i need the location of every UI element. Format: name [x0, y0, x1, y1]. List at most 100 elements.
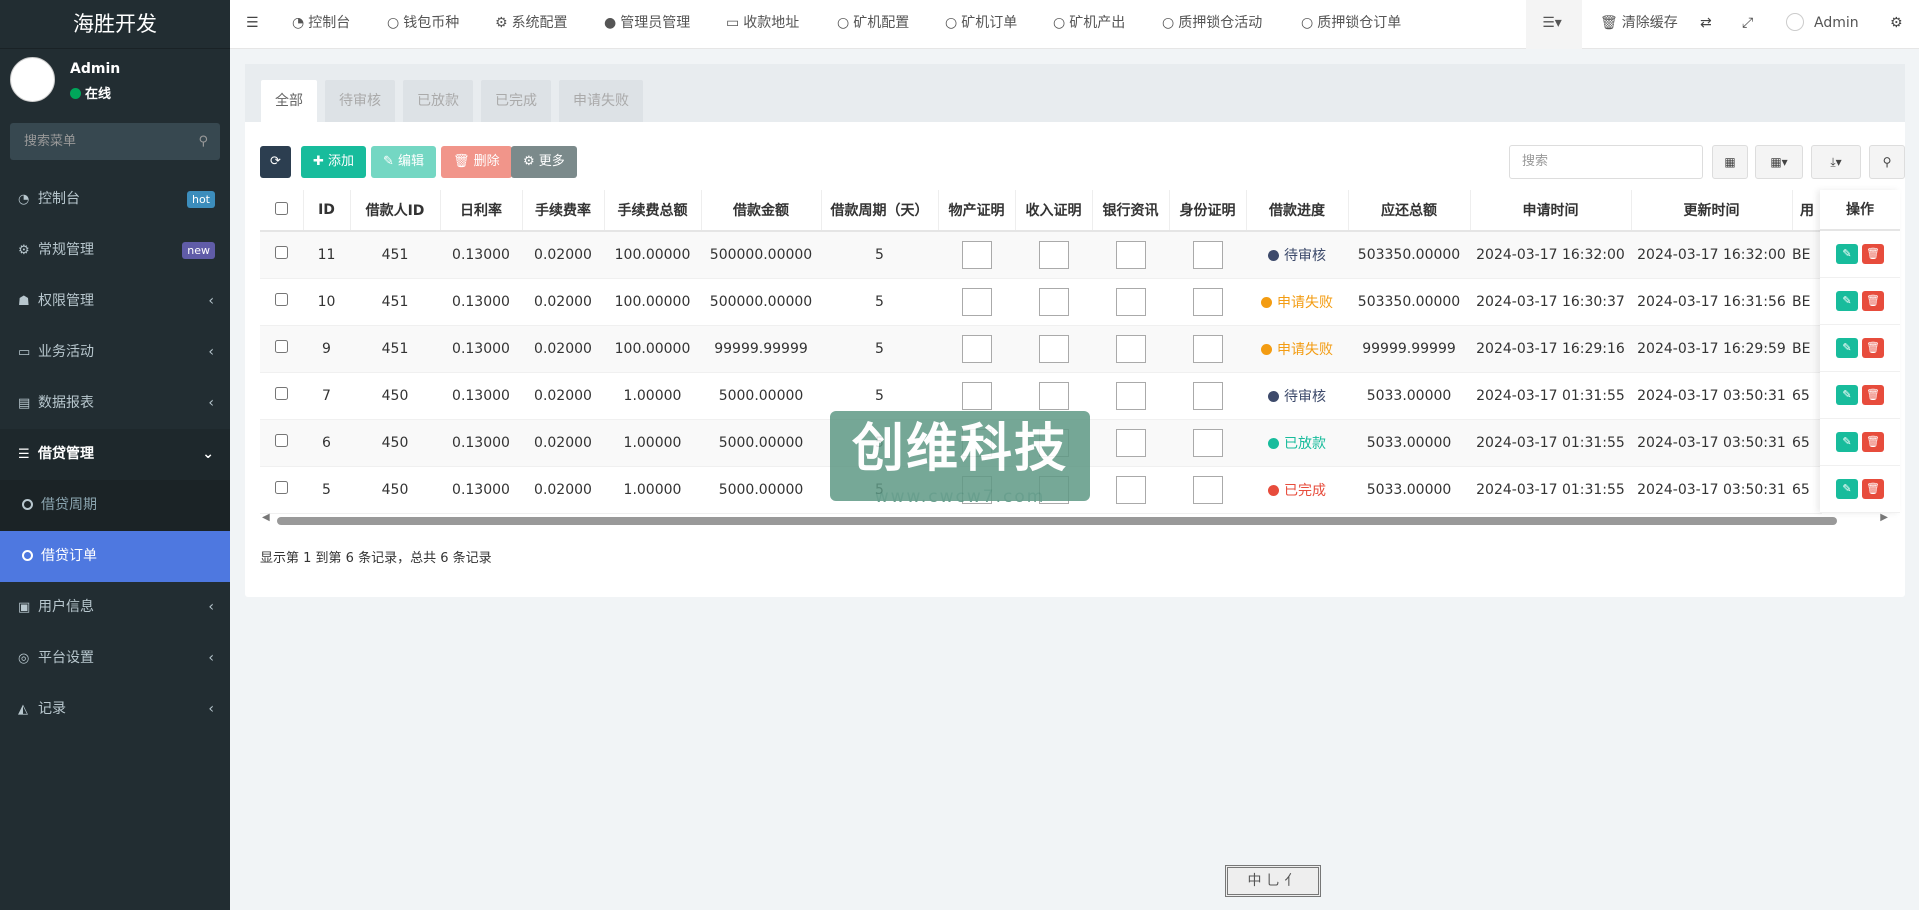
- columns-button[interactable]: ▦▾: [1755, 145, 1803, 179]
- broken-image-icon[interactable]: [1115, 287, 1146, 316]
- search-icon[interactable]: ⚲: [198, 123, 208, 160]
- tab-all[interactable]: 全部: [261, 80, 317, 122]
- toggle-view-button[interactable]: ▦: [1712, 145, 1748, 179]
- translate-icon[interactable]: ⇄: [1700, 0, 1712, 49]
- row-checkbox[interactable]: [275, 481, 288, 494]
- broken-image-icon[interactable]: [1192, 381, 1223, 410]
- row-edit-button[interactable]: ✎: [1836, 338, 1858, 358]
- sidebar-item-business[interactable]: ▭ 业务活动 ‹: [0, 327, 230, 378]
- broken-image-icon[interactable]: [1038, 334, 1069, 363]
- col-header[interactable]: 物产证明: [938, 190, 1016, 232]
- add-button[interactable]: ✚ 添加: [301, 146, 367, 178]
- sidebar-item-loans[interactable]: ☰ 借贷管理 ⌄: [0, 429, 230, 480]
- broken-image-icon[interactable]: [1192, 240, 1223, 269]
- col-header[interactable]: 申请时间: [1470, 190, 1632, 232]
- topnav-miner-orders[interactable]: ○ 矿机订单: [945, 0, 1021, 49]
- scroll-right-icon[interactable]: ▶: [1880, 512, 1888, 523]
- scroll-left-icon[interactable]: ◀: [262, 512, 270, 523]
- row-delete-button[interactable]: 🗑: [1862, 291, 1884, 311]
- row-delete-button[interactable]: 🗑: [1862, 385, 1884, 405]
- col-header[interactable]: 用: [1792, 190, 1823, 232]
- sidebar-search-input[interactable]: 搜索菜单 ⚲: [10, 123, 220, 160]
- broken-image-icon[interactable]: [961, 381, 992, 410]
- sidebar-subitem-loan-orders[interactable]: 借贷订单: [0, 531, 230, 582]
- sidebar-item-reports[interactable]: ▤ 数据报表 ‹: [0, 378, 230, 429]
- row-checkbox[interactable]: [275, 434, 288, 447]
- col-header[interactable]: 手续费总额: [604, 190, 702, 232]
- table-row[interactable]: 10 451 0.13000 0.02000 100.00000 500000.00000…: [260, 278, 1822, 326]
- sidebar-item-general[interactable]: ⚙ 常规管理 new: [0, 225, 230, 276]
- tab-completed[interactable]: 已完成: [481, 80, 551, 122]
- delete-button[interactable]: 🗑 删除: [441, 146, 512, 178]
- broken-image-icon[interactable]: [1192, 287, 1223, 316]
- row-checkbox[interactable]: [275, 293, 288, 306]
- admin-menu[interactable]: Admin: [1786, 0, 1863, 49]
- broken-image-icon[interactable]: [1115, 381, 1146, 410]
- topnav-admin-management[interactable]: ● 管理员管理: [604, 0, 694, 49]
- col-header[interactable]: 日利率: [440, 190, 523, 232]
- row-edit-button[interactable]: ✎: [1836, 479, 1858, 499]
- refresh-button[interactable]: ⟳: [260, 146, 291, 178]
- select-all-checkbox[interactable]: [274, 201, 288, 215]
- export-button[interactable]: ⤓▾: [1811, 145, 1861, 179]
- sidebar-subitem-loan-period[interactable]: 借贷周期: [0, 480, 230, 531]
- broken-image-icon[interactable]: [1192, 475, 1223, 504]
- nav-dropdown-button[interactable]: ☰▾: [1526, 0, 1582, 49]
- sidebar-item-permissions[interactable]: ☗ 权限管理 ‹: [0, 276, 230, 327]
- topnav-staking-activity[interactable]: ○ 质押锁仓活动: [1162, 0, 1266, 49]
- topnav-wallet-coins[interactable]: ○ 钱包币种: [387, 0, 463, 49]
- fullscreen-icon[interactable]: ⤢: [1742, 0, 1753, 49]
- broken-image-icon[interactable]: [961, 240, 992, 269]
- col-header[interactable]: 借款周期（天）: [821, 190, 939, 232]
- col-header[interactable]: 更新时间: [1631, 190, 1793, 232]
- row-checkbox[interactable]: [275, 387, 288, 400]
- topnav-system-config[interactable]: ⚙ 系统配置: [495, 0, 572, 49]
- row-delete-button[interactable]: 🗑: [1862, 338, 1884, 358]
- sidebar-item-platform[interactable]: ◎ 平台设置 ‹: [0, 633, 230, 684]
- tab-failed[interactable]: 申请失败: [559, 80, 643, 122]
- row-edit-button[interactable]: ✎: [1836, 244, 1858, 264]
- row-delete-button[interactable]: 🗑: [1862, 479, 1884, 499]
- settings-gear-icon[interactable]: ⚙: [1890, 0, 1903, 49]
- broken-image-icon[interactable]: [1115, 475, 1146, 504]
- broken-image-icon[interactable]: [1115, 334, 1146, 363]
- row-delete-button[interactable]: 🗑: [1862, 244, 1884, 264]
- advanced-search-button[interactable]: ⚲: [1869, 145, 1905, 179]
- menu-toggle-icon[interactable]: ☰: [246, 0, 259, 49]
- horizontal-scrollbar[interactable]: ◀ ▶: [260, 512, 1890, 526]
- row-checkbox[interactable]: [275, 246, 288, 260]
- col-header[interactable]: 应还总额: [1348, 190, 1471, 232]
- col-header[interactable]: 银行资讯: [1092, 190, 1170, 232]
- app-logo[interactable]: 海胜开发: [0, 0, 230, 49]
- topnav-payment-address[interactable]: ▭ 收款地址: [726, 0, 803, 49]
- col-header[interactable]: 身份证明: [1169, 190, 1247, 232]
- broken-image-icon[interactable]: [1115, 240, 1146, 269]
- edit-button[interactable]: ✎ 编辑: [371, 146, 437, 178]
- broken-image-icon[interactable]: [1038, 287, 1069, 316]
- col-header[interactable]: 借款进度: [1246, 190, 1349, 232]
- tab-disbursed[interactable]: 已放款: [403, 80, 473, 122]
- col-header[interactable]: 手续费率: [522, 190, 605, 232]
- row-edit-button[interactable]: ✎: [1836, 385, 1858, 405]
- topnav-miner-config[interactable]: ○ 矿机配置: [837, 0, 913, 49]
- table-search-input[interactable]: 搜索: [1509, 145, 1703, 179]
- tab-pending[interactable]: 待审核: [325, 80, 395, 122]
- row-edit-button[interactable]: ✎: [1836, 432, 1858, 452]
- broken-image-icon[interactable]: [961, 287, 992, 316]
- broken-image-icon[interactable]: [1192, 428, 1223, 457]
- col-header[interactable]: 借款金额: [701, 190, 822, 232]
- broken-image-icon[interactable]: [1038, 381, 1069, 410]
- sidebar-item-users[interactable]: ▣ 用户信息 ‹: [0, 582, 230, 633]
- broken-image-icon[interactable]: [1038, 240, 1069, 269]
- sidebar-item-records[interactable]: ◭ 记录 ‹: [0, 684, 230, 735]
- table-row[interactable]: 9 451 0.13000 0.02000 100.00000 99999.99999 5 申…: [260, 325, 1822, 373]
- col-header[interactable]: 借款人ID: [350, 190, 441, 232]
- scrollbar-thumb[interactable]: [277, 517, 1837, 525]
- table-row[interactable]: 11 451 0.13000 0.02000 100.00000 500000.00000…: [260, 231, 1822, 279]
- col-header[interactable]: 收入证明: [1015, 190, 1093, 232]
- col-header[interactable]: ID: [303, 190, 351, 232]
- more-button[interactable]: ⚙ 更多: [511, 146, 577, 178]
- row-delete-button[interactable]: 🗑: [1862, 432, 1884, 452]
- broken-image-icon[interactable]: [1115, 428, 1146, 457]
- topnav-miner-output[interactable]: ○ 矿机产出: [1053, 0, 1129, 49]
